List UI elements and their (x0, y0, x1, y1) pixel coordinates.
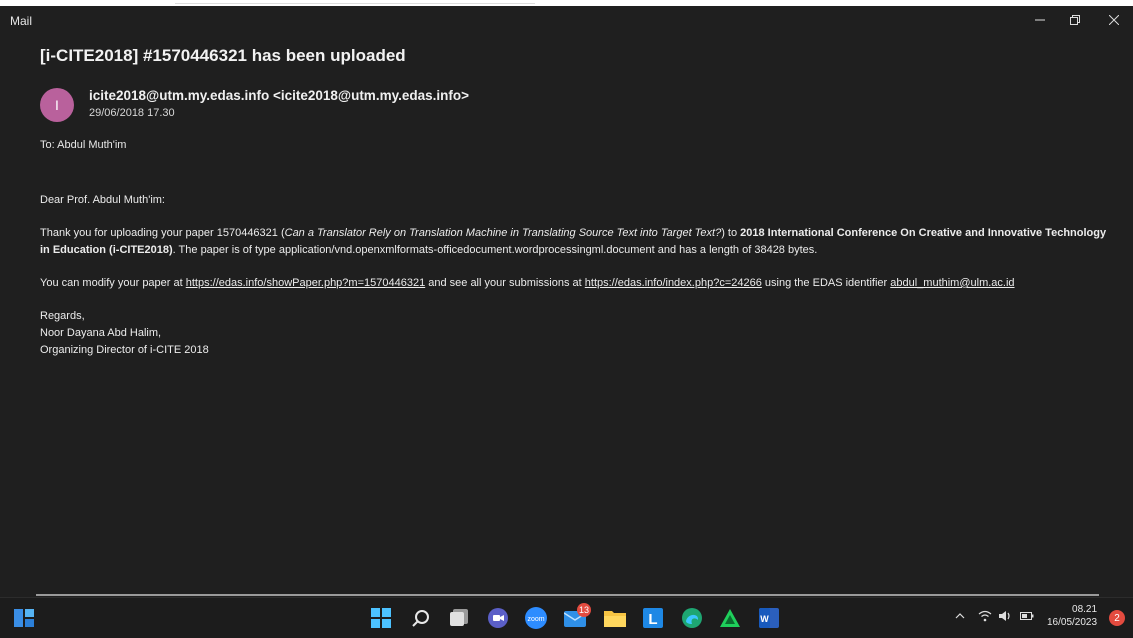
sender-address[interactable]: icite2018@utm.my.edas.info <icite2018@ut… (89, 88, 469, 103)
show-hidden-icons-button[interactable] (955, 610, 965, 624)
search-button[interactable] (409, 606, 433, 630)
close-button[interactable] (1095, 6, 1133, 34)
avatar[interactable]: I (40, 88, 74, 122)
p2-intro: You can modify your paper at (40, 277, 186, 289)
clock-date: 16/05/2023 (1047, 617, 1098, 628)
battery-button[interactable] (1020, 610, 1034, 624)
edge-icon (682, 608, 702, 628)
p2-mid2: using the EDAS identifier (761, 277, 891, 289)
notification-badge[interactable]: 2 (1109, 610, 1125, 626)
word-icon: W (759, 608, 779, 628)
title-bar: Mail (0, 6, 1133, 34)
paragraph-upload: Thank you for uploading your paper 15704… (40, 225, 1115, 259)
p2-mid: and see all your submissions at (425, 277, 585, 289)
clock[interactable]: 08.21 16/05/2023 (1047, 603, 1097, 629)
windows-icon (371, 608, 391, 628)
minimize-button[interactable] (1021, 6, 1059, 34)
teams-chat-icon (488, 608, 508, 628)
start-button[interactable] (369, 606, 393, 630)
avatar-initial: I (55, 97, 59, 113)
mail-taskbar-button[interactable]: 13 (563, 603, 591, 630)
edas-identifier-link[interactable]: abdul_muthim@ulm.ac.id (890, 277, 1014, 289)
task-view-icon (450, 609, 468, 626)
zoom-icon: zoom (525, 607, 547, 629)
minimize-icon (1035, 19, 1045, 21)
greeting: Dear Prof. Abdul Muth'im: (40, 194, 165, 206)
file-explorer-button[interactable] (603, 606, 627, 630)
mail-badge: 13 (577, 603, 591, 617)
taskbar: zoom 13 L W 08.21 16/05/2023 2 (0, 597, 1133, 638)
l-app-icon: L (643, 608, 663, 628)
word-label: W (760, 614, 769, 624)
submissions-link[interactable]: https://edas.info/index.php?c=24266 (585, 277, 762, 289)
volume-button[interactable] (998, 610, 1012, 625)
paper-title: Can a Translator Rely on Translation Mac… (284, 227, 722, 239)
battery-icon (1020, 612, 1034, 620)
zoom-button[interactable]: zoom (524, 606, 548, 630)
teams-button[interactable] (486, 606, 510, 630)
task-view-button[interactable] (447, 606, 471, 630)
wifi-icon (978, 610, 992, 622)
signature: Regards, Noor Dayana Abd Halim, Organizing… (40, 308, 1115, 359)
triangle-app-icon (720, 609, 740, 627)
widgets-icon (14, 609, 34, 627)
email-date: 29/06/2018 17.30 (89, 107, 175, 119)
email-subject: [i-CITE2018] #1570446321 has been upload… (40, 46, 406, 65)
email-body: Dear Prof. Abdul Muth'im: Thank you for … (40, 192, 1115, 359)
folder-icon (604, 611, 626, 627)
edge-button[interactable] (680, 606, 704, 630)
chevron-up-icon (955, 613, 965, 619)
search-icon (412, 610, 429, 627)
horizontal-scrollbar[interactable] (36, 594, 1099, 596)
l-app-label: L (648, 611, 657, 628)
volume-icon (999, 611, 1010, 621)
mail-window: Mail [i-CITE2018] #1570446321 has been u… (0, 6, 1133, 597)
restore-icon (1070, 15, 1080, 25)
p1-to: ) to (721, 227, 741, 239)
restore-button[interactable] (1056, 6, 1094, 34)
signer-name: Noor Dayana Abd Halim, (40, 327, 162, 339)
regards: Regards, (40, 310, 85, 322)
app-title: Mail (10, 14, 33, 28)
p1-intro: Thank you for uploading your paper 15704… (40, 227, 285, 239)
green-app-button[interactable] (718, 606, 742, 630)
clock-time: 08.21 (1072, 604, 1098, 615)
paragraph-links: You can modify your paper at https://eda… (40, 275, 1115, 292)
widgets-button[interactable] (12, 606, 36, 630)
word-button[interactable]: W (757, 606, 781, 630)
p1-rest: . The paper is of type application/vnd.o… (172, 244, 818, 256)
recipient-line: To: Abdul Muth'im (40, 139, 127, 151)
signer-title: Organizing Director of i-CITE 2018 (40, 344, 209, 356)
wifi-button[interactable] (978, 610, 992, 625)
show-paper-link[interactable]: https://edas.info/showPaper.php?m=157044… (186, 277, 425, 289)
close-icon (1109, 15, 1119, 25)
zoom-label: zoom (527, 616, 544, 623)
l-app-button[interactable]: L (641, 606, 665, 630)
